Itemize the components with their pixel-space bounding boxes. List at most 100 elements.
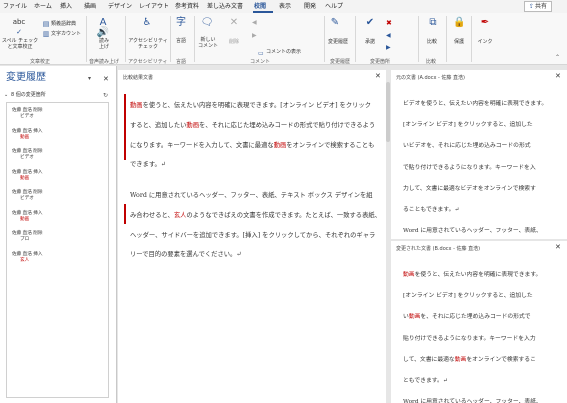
document-line: ることもできます。↵ xyxy=(403,200,547,221)
text-run: ることもできます。↵ xyxy=(403,207,460,214)
compared-document-pane[interactable]: 比較結果文書 ✕ 動画を使うと、伝えたい内容を明確に表現できます。[オンライン … xyxy=(118,70,386,403)
delete-comment-button[interactable]: 削除 xyxy=(225,39,243,45)
tab-home[interactable]: ホーム xyxy=(34,3,52,11)
paragraph[interactable]: 動画を使うと、伝えたい内容を明確に表現できます。[オンライン ビデオ] をクリッ… xyxy=(403,265,542,403)
ribbon: abc ✓ スペル チェック と文章校正 ▤ 類義語辞典 ▥ 文字カウント 文章校… xyxy=(0,13,567,65)
change-bar xyxy=(124,94,126,160)
revision-item[interactable]: 佐藤 直浩 挿入 玄人 xyxy=(12,252,104,264)
new-comment-button[interactable]: 新しい コメント xyxy=(197,37,219,49)
accessibility-button[interactable]: アクセシビリティ チェック xyxy=(128,38,168,50)
accept-button[interactable]: 承諾 xyxy=(362,39,378,45)
wordcount-button[interactable]: 文字カウント xyxy=(51,31,81,37)
revisions-count: 8 個の変更箇所 xyxy=(11,92,46,98)
group-label-proofing: 文章校正 xyxy=(30,59,51,65)
group-separator xyxy=(324,16,325,62)
revision-text: プロ xyxy=(20,237,30,242)
next-comment-icon[interactable]: ▶ xyxy=(252,31,257,41)
revision-text: 動画 xyxy=(20,216,30,222)
revision-item[interactable]: 佐藤 直浩 挿入 動画 xyxy=(12,170,104,182)
revised-document-title: 変更された文書 (B.docx - 佐藤 直浩) xyxy=(396,246,481,252)
text-run: Word に用意されているヘッダー、フッター、表紙、 xyxy=(403,399,542,403)
text-run: いビデオを、それに応じた埋め込みコードの形式 xyxy=(403,143,531,150)
tab-mailings[interactable]: 差し込み文書 xyxy=(207,3,243,11)
read-aloud-button[interactable]: 読み 上げ xyxy=(96,38,112,50)
revision-item[interactable]: 佐藤 直浩 削除 ビデオ xyxy=(12,108,104,120)
show-comments-button[interactable]: コメントの表示 xyxy=(266,49,301,55)
text-run: できます。↵ xyxy=(130,161,167,169)
document-line: Word に用意されているヘッダー、フッター、表紙、テキスト ボックス デザイン… xyxy=(130,186,381,206)
language-button[interactable]: 言語 xyxy=(175,38,187,44)
revision-item[interactable]: 佐藤 直浩 挿入 動画 xyxy=(12,129,104,141)
revision-item[interactable]: 佐藤 直浩 削除 プロ xyxy=(12,231,104,243)
tab-layout[interactable]: レイアウト xyxy=(139,3,169,11)
document-line: 貼り付けできるようになります。キーワードを入力 xyxy=(403,329,542,350)
tab-references[interactable]: 参考資料 xyxy=(175,3,199,11)
share-button[interactable]: ⇪共有 xyxy=(524,1,552,12)
revisions-panel: 変更履歴 ▾ ✕ ⌄ 8 個の変更箇所 ↻ 佐藤 直浩 削除 ビデオ 佐藤 直浩 挿… xyxy=(0,66,117,403)
track-changes-icon: ✎ xyxy=(330,17,340,28)
previous-change-icon[interactable]: ◀ xyxy=(386,31,391,41)
revised-document-pane[interactable]: 変更された文書 (B.docx - 佐藤 直浩) ✕ 動画を使うと、伝えたい内容… xyxy=(391,241,567,403)
document-line: リーで目的の要素を選んでください。↵ xyxy=(130,245,381,265)
paragraph[interactable]: Word に用意されているヘッダー、フッター、表紙、テキスト ボックス デザイン… xyxy=(130,186,381,265)
compare-button[interactable]: 比較 xyxy=(424,39,440,45)
tab-design[interactable]: デザイン xyxy=(108,3,132,11)
tab-review[interactable]: 校閲 xyxy=(254,3,266,11)
changed-text: 動画 xyxy=(454,356,467,363)
revision-text: ビデオ xyxy=(20,114,34,119)
changed-text: 動画 xyxy=(408,314,421,321)
document-line: 力して、文書に最適なビデオをオンラインで検索す xyxy=(403,179,547,200)
refresh-icon[interactable]: ↻ xyxy=(103,92,108,99)
document-line: いビデオを、それに応じた埋め込みコードの形式 xyxy=(403,136,547,157)
spelling-button[interactable]: スペル チェック と文章校正 xyxy=(1,38,39,50)
revisions-list[interactable]: 佐藤 直浩 削除 ビデオ 佐藤 直浩 挿入 動画 佐藤 直浩 削除 ビデオ 佐藤 直浩 挿入… xyxy=(6,102,109,398)
tab-view[interactable]: 表示 xyxy=(279,3,291,11)
text-run: をオンラインで検索することも xyxy=(286,141,375,149)
text-run: を、それに応じた埋め込みコードの形式で xyxy=(420,314,531,321)
document-line: [オンライン ビデオ] をクリックすると、追加した xyxy=(403,286,542,307)
protect-button[interactable]: 保護 xyxy=(451,39,467,45)
changed-text: 動画 xyxy=(403,272,415,278)
group-separator xyxy=(471,16,472,62)
next-change-icon[interactable]: ▶ xyxy=(386,43,391,53)
revision-item[interactable]: 佐藤 直浩 削除 ビデオ xyxy=(12,190,104,202)
scrollbar[interactable] xyxy=(386,82,390,142)
track-changes-button[interactable]: 変更履歴 xyxy=(326,39,350,45)
chevron-down-icon[interactable]: ⌄ xyxy=(4,92,8,98)
thesaurus-button[interactable]: 類義語辞典 xyxy=(51,21,76,27)
text-run: を使うと、伝えたい内容を明確に表現できます。 xyxy=(414,272,542,278)
tab-insert[interactable]: 挿入 xyxy=(60,3,72,11)
tab-developer[interactable]: 開発 xyxy=(304,3,316,11)
original-document-pane[interactable]: 元の文書 (A.docx - 佐藤 直浩) ✕ ビデオを使うと、伝えたい内容を明… xyxy=(391,70,567,239)
ink-button[interactable]: インク xyxy=(476,39,494,45)
close-icon[interactable]: ✕ xyxy=(555,243,561,251)
group-label-tracking: 変更履歴 xyxy=(330,59,351,65)
panel-options-icon[interactable]: ▾ xyxy=(88,75,91,82)
menu-bar: ファイル ホーム 挿入 描画 デザイン レイアウト 参考資料 差し込み文書 校閲… xyxy=(0,0,567,13)
accessibility-icon: ♿ xyxy=(142,17,152,28)
collapse-ribbon-icon[interactable]: ⌃ xyxy=(555,53,560,63)
revision-item[interactable]: 佐藤 直浩 挿入 動画 xyxy=(12,211,104,223)
tab-help[interactable]: ヘルプ xyxy=(325,3,343,11)
reject-icon[interactable]: ✖ xyxy=(386,18,392,28)
tab-draw[interactable]: 描画 xyxy=(84,3,96,11)
document-line: すると、追加したい動画を、それに応じた埋め込みコードの形式で貼り付けできるよう xyxy=(130,116,375,136)
paragraph[interactable]: ビデオを使うと、伝えたい内容を明確に表現できます。 [オンライン ビデオ] をクリ… xyxy=(403,94,547,242)
document-line: 動画を使うと、伝えたい内容を明確に表現できます。[オンライン ビデオ] をクリッ… xyxy=(130,96,375,116)
revision-item[interactable]: 佐藤 直浩 削除 ビデオ xyxy=(12,149,104,161)
change-bar xyxy=(124,204,126,224)
share-icon: ⇪ xyxy=(528,3,534,10)
close-icon[interactable]: ✕ xyxy=(103,75,109,83)
text-run: [オンライン ビデオ] をクリックすると、追加した xyxy=(403,122,533,129)
revision-text: 動画 xyxy=(20,175,30,181)
close-icon[interactable]: ✕ xyxy=(555,72,561,80)
tab-file[interactable]: ファイル xyxy=(3,3,27,11)
group-label-language: 言語 xyxy=(176,59,187,65)
document-line: ともできます。↵ xyxy=(403,371,542,392)
language-icon: 字 xyxy=(176,17,186,28)
paragraph[interactable]: 動画を使うと、伝えたい内容を明確に表現できます。[オンライン ビデオ] をクリッ… xyxy=(130,96,375,175)
group-label-accessibility: アクセシビリティ xyxy=(128,59,168,65)
previous-comment-icon[interactable]: ◀ xyxy=(252,18,257,28)
close-icon[interactable]: ✕ xyxy=(375,72,381,80)
wordcount-icon: ▥ xyxy=(42,30,50,38)
